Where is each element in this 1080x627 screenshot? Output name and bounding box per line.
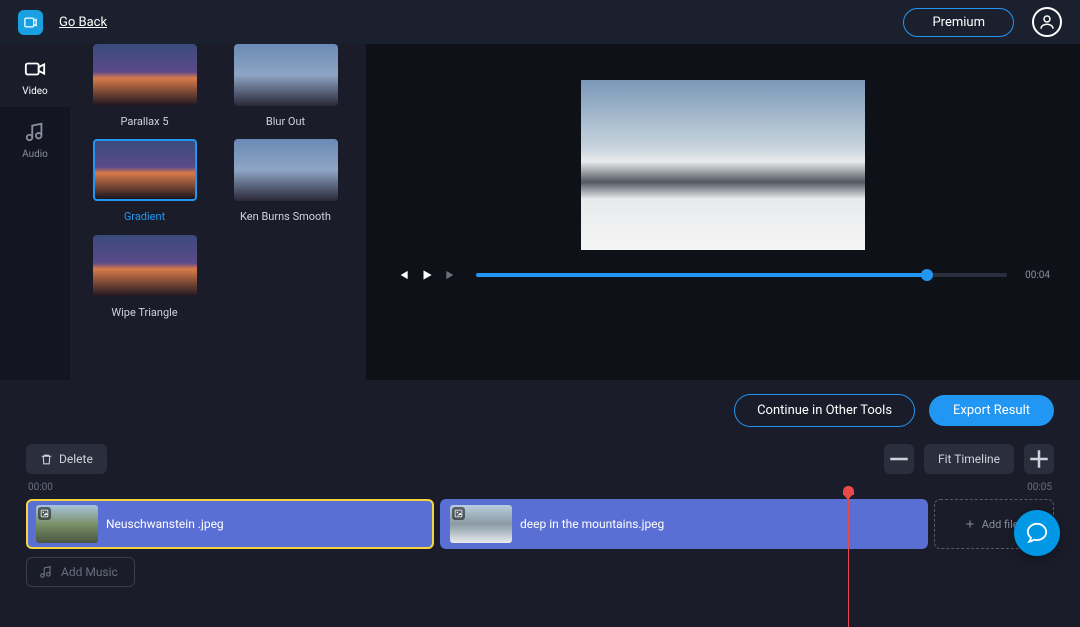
- tab-audio[interactable]: Audio: [0, 107, 70, 170]
- effect-gradient[interactable]: Gradient: [84, 139, 205, 224]
- timeline-toolbar: Delete Fit Timeline: [26, 444, 1054, 474]
- effect-wipe-triangle[interactable]: Wipe Triangle: [84, 235, 205, 320]
- side-tabs: Video Audio: [0, 44, 70, 380]
- go-back-link[interactable]: Go Back: [59, 15, 107, 30]
- user-avatar[interactable]: [1032, 7, 1062, 37]
- export-button[interactable]: Export Result: [929, 395, 1054, 426]
- preview-panel: 00:04: [366, 44, 1080, 380]
- video-track: Neuschwanstein .jpeg deep in the mountai…: [26, 499, 1054, 549]
- effect-blur-out[interactable]: Blur Out: [225, 44, 346, 129]
- tracks: Neuschwanstein .jpeg deep in the mountai…: [26, 499, 1054, 587]
- clip-2[interactable]: deep in the mountains.jpeg: [440, 499, 928, 549]
- time-ruler: 00:00 00:05: [26, 482, 1054, 493]
- user-icon: [1038, 13, 1056, 31]
- clip-1[interactable]: Neuschwanstein .jpeg: [26, 499, 434, 549]
- ruler-end: 00:05: [1027, 482, 1052, 493]
- main-area: Video Audio Parallax 5 Blur Out Gradient…: [0, 44, 1080, 380]
- continue-button[interactable]: Continue in Other Tools: [734, 394, 915, 427]
- chat-icon: [1026, 522, 1048, 544]
- playhead[interactable]: [848, 487, 849, 627]
- tab-video-label: Video: [22, 86, 47, 97]
- clip-name: Neuschwanstein .jpeg: [106, 517, 224, 531]
- clip-name: deep in the mountains.jpeg: [520, 517, 664, 531]
- chat-fab[interactable]: [1014, 510, 1060, 556]
- plus-icon: [964, 518, 976, 530]
- tab-audio-label: Audio: [22, 149, 48, 160]
- effect-thumb: [234, 139, 338, 201]
- playback-controls: 00:04: [386, 268, 1060, 282]
- delete-label: Delete: [59, 452, 93, 466]
- minus-icon: [884, 444, 914, 474]
- play-button[interactable]: [420, 268, 434, 282]
- play-icon: [420, 268, 434, 282]
- effect-label: Blur Out: [266, 114, 305, 129]
- preview-video: [581, 80, 865, 250]
- clip-thumb: [450, 505, 512, 543]
- audio-icon: [24, 121, 46, 143]
- top-bar: Go Back Premium: [0, 0, 1080, 44]
- skip-forward-icon: [444, 268, 458, 282]
- effect-label: Gradient: [124, 209, 165, 224]
- timeline-area: Delete Fit Timeline 00:00 00:05 Neuschwa…: [0, 440, 1080, 601]
- effect-label: Ken Burns Smooth: [240, 209, 331, 224]
- delete-button[interactable]: Delete: [26, 444, 107, 474]
- add-music-label: Add Music: [61, 565, 118, 579]
- progress-bar[interactable]: [476, 273, 1007, 277]
- fit-timeline-button[interactable]: Fit Timeline: [924, 444, 1014, 474]
- effect-label: Wipe Triangle: [111, 305, 177, 320]
- skip-back-icon: [396, 268, 410, 282]
- time-label: 00:04: [1025, 270, 1050, 281]
- effects-panel: Parallax 5 Blur Out Gradient Ken Burns S…: [70, 44, 360, 380]
- trash-icon: [40, 453, 53, 466]
- add-music-button[interactable]: Add Music: [26, 557, 135, 587]
- video-icon: [24, 58, 46, 80]
- image-badge-icon: [38, 507, 51, 520]
- zoom-in-button[interactable]: [1024, 444, 1054, 474]
- effect-thumb: [93, 139, 197, 201]
- next-button[interactable]: [444, 268, 458, 282]
- zoom-out-button[interactable]: [884, 444, 914, 474]
- premium-button[interactable]: Premium: [903, 8, 1014, 37]
- image-badge-icon: [452, 507, 465, 520]
- plus-icon: [1024, 444, 1054, 474]
- prev-button[interactable]: [396, 268, 410, 282]
- effect-thumb: [234, 44, 338, 106]
- ruler-start: 00:00: [28, 482, 53, 493]
- effect-thumb: [93, 44, 197, 106]
- effect-ken-burns-smooth[interactable]: Ken Burns Smooth: [225, 139, 346, 224]
- effect-thumb: [93, 235, 197, 297]
- music-icon: [39, 565, 53, 579]
- tab-video[interactable]: Video: [0, 44, 70, 107]
- actions-row: Continue in Other Tools Export Result: [0, 380, 1080, 440]
- app-logo: [18, 10, 43, 35]
- effect-parallax-5[interactable]: Parallax 5: [84, 44, 205, 129]
- effect-label: Parallax 5: [120, 114, 168, 129]
- clip-thumb: [36, 505, 98, 543]
- progress-thumb[interactable]: [921, 269, 933, 281]
